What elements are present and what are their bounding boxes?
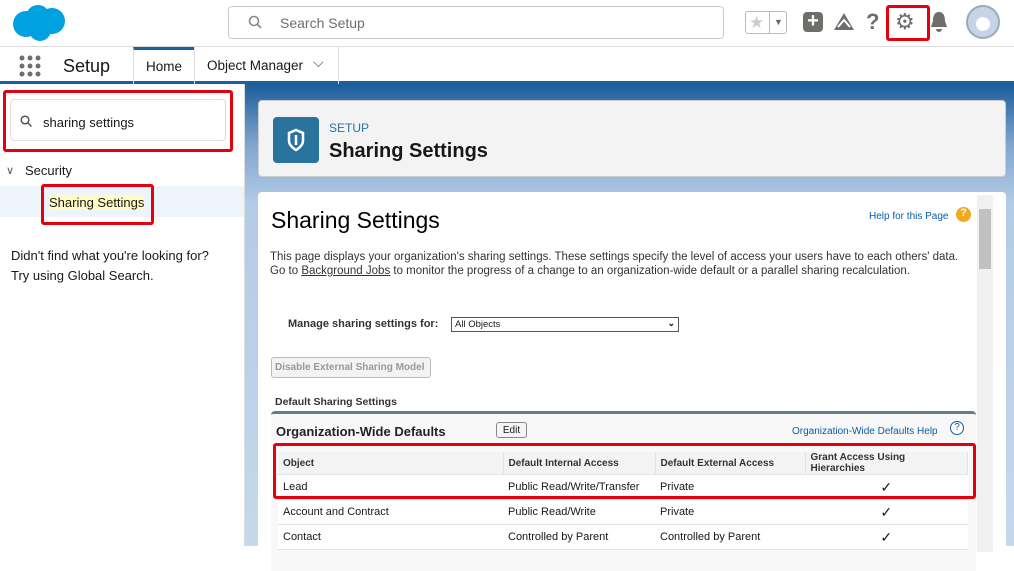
tree-item-label[interactable]: Sharing Settings	[49, 195, 145, 210]
gear-icon[interactable]: ⚙	[895, 9, 915, 35]
global-actions-icon[interactable]: +	[803, 11, 823, 32]
chevron-down-icon[interactable]: ▼	[769, 12, 787, 33]
scrollbar-thumb[interactable]	[979, 209, 991, 269]
content-title: Sharing Settings	[271, 207, 440, 233]
quick-find-input[interactable]: sharing settings	[10, 99, 226, 141]
checkmark-icon: ✓	[805, 499, 968, 525]
scrollbar[interactable]	[977, 195, 993, 552]
cell: Public Read/Write	[503, 499, 655, 525]
app-nav: Setup Home Object Manager ⌵	[0, 47, 1014, 84]
star-icon: ★	[749, 13, 765, 32]
salesforce-logo[interactable]	[10, 4, 68, 42]
avatar[interactable]	[966, 5, 1000, 39]
search-icon	[20, 115, 32, 127]
cell: Account and Contract	[278, 499, 503, 525]
page-title: Sharing Settings	[329, 140, 488, 162]
chevron-down-icon[interactable]: ∨	[6, 164, 14, 177]
help-link[interactable]: Help for this Page	[869, 211, 949, 222]
chevron-down-icon[interactable]: ⌵	[313, 54, 324, 71]
tab-label: Object Manager	[207, 58, 304, 73]
org-defaults-help-link[interactable]: Organization-Wide Defaults Help	[792, 426, 938, 437]
app-name: Setup	[63, 56, 111, 76]
manage-label: Manage sharing settings for:	[288, 318, 439, 330]
search-setup-input[interactable]: Search Setup	[228, 6, 724, 39]
block-title: Organization-Wide Defaults	[276, 424, 446, 439]
table-highlight	[273, 443, 976, 499]
description-text: to monitor the progress of a change to a…	[390, 265, 910, 277]
hint-text: Didn't find what you're looking for?	[11, 248, 209, 263]
trailhead-icon[interactable]	[833, 12, 855, 32]
disable-external-sharing-button[interactable]: Disable External Sharing Model	[271, 357, 431, 378]
cell: Private	[655, 499, 805, 525]
shield-icon	[273, 117, 319, 163]
bell-icon[interactable]	[930, 11, 948, 33]
objects-select[interactable]: All Objects ⌄	[451, 317, 679, 332]
background-jobs-link[interactable]: Background Jobs	[301, 265, 390, 277]
help-icon[interactable]: ?	[950, 421, 964, 435]
tab-object-manager[interactable]: Object Manager ⌵	[194, 47, 339, 84]
app-launcher-icon[interactable]	[19, 55, 41, 77]
global-header: Search Setup ★ ▼ + ? ⚙	[0, 0, 1014, 47]
content-frame: Sharing Settings Help for this Page ? Th…	[258, 192, 1006, 571]
tab-label: Home	[146, 59, 183, 74]
search-icon	[248, 15, 262, 29]
section-label: Default Sharing Settings	[275, 396, 397, 408]
help-icon[interactable]: ?	[866, 9, 879, 35]
breadcrumb: SETUP	[329, 121, 370, 135]
chevron-down-icon: ⌄	[667, 318, 675, 328]
setup-sidebar: sharing settings ∨ Security Sharing Sett…	[0, 84, 245, 546]
page-header: SETUP Sharing Settings	[258, 100, 1006, 177]
edit-button[interactable]: Edit	[496, 422, 527, 438]
table-row: Account and Contract Public Read/Write Pri…	[278, 499, 968, 525]
select-value: All Objects	[455, 319, 501, 330]
favorites-button[interactable]: ★ ▼	[745, 11, 787, 34]
tab-home[interactable]: Home	[133, 47, 194, 84]
global-search-hint[interactable]: Try using Global Search.	[11, 268, 154, 283]
tree-group-security[interactable]: Security	[25, 163, 72, 178]
help-icon[interactable]: ?	[956, 207, 971, 222]
page-description: This page displays your organization's s…	[270, 250, 960, 278]
